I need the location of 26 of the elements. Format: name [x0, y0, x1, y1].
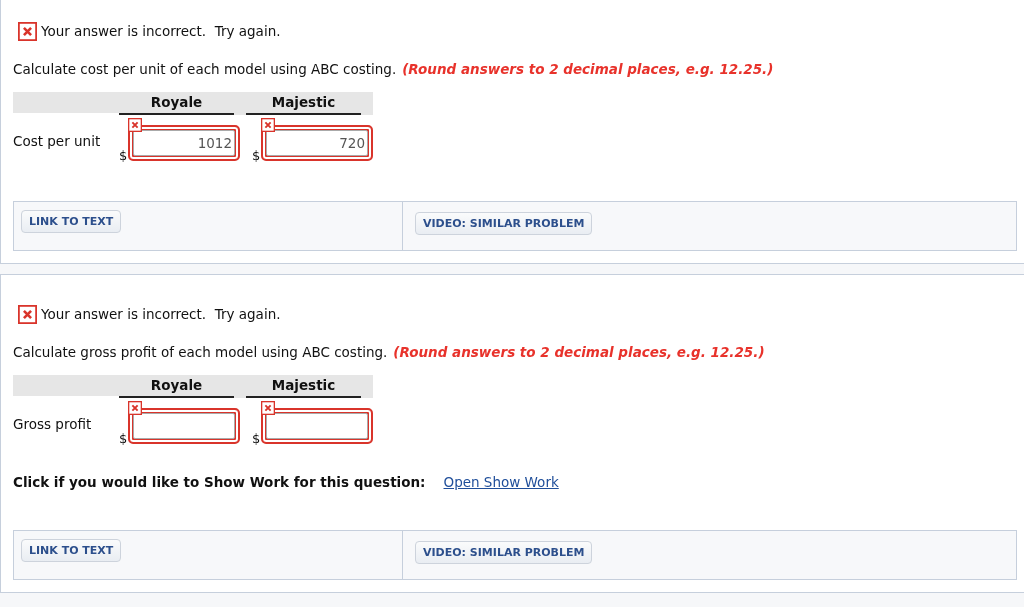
answer-field[interactable]: 720 — [261, 125, 373, 161]
resource-button[interactable]: LINK TO TEXT — [21, 539, 122, 562]
resource-button[interactable]: LINK TO TEXT — [21, 210, 122, 233]
feedback-message: Your answer is incorrect. Try again. — [41, 306, 281, 322]
answer-field[interactable]: 1012 — [128, 125, 240, 161]
rounding-hint: (Round answers to 2 decimal places, e.g. 12.25.) — [393, 344, 765, 360]
column-header: Majestic — [246, 375, 361, 398]
row-label: Cost per unit — [13, 131, 102, 149]
question-text: Calculate gross profit of each model using ABC costing. — [13, 344, 388, 360]
row-label: Gross profit — [13, 414, 93, 432]
show-work-prompt: Click if you would like to Show Work for this question: — [13, 474, 426, 490]
resource-button[interactable]: VIDEO: SIMILAR PROBLEM — [415, 541, 593, 564]
column-header: Royale — [119, 375, 234, 398]
question-text: Calculate cost per unit of each model using ABC costing. — [13, 61, 397, 77]
currency-symbol: $ — [119, 432, 128, 446]
answer-field[interactable] — [261, 408, 373, 444]
column-header: Majestic — [246, 92, 361, 115]
currency-symbol: $ — [119, 149, 128, 163]
column-header: Royale — [119, 92, 234, 115]
currency-symbol: $ — [252, 432, 261, 446]
answer-field[interactable] — [128, 408, 240, 444]
rounding-hint: (Round answers to 2 decimal places, e.g. 12.25.) — [402, 61, 774, 77]
feedback-message: Your answer is incorrect. Try again. — [41, 23, 281, 39]
currency-symbol: $ — [252, 149, 261, 163]
resource-button[interactable]: VIDEO: SIMILAR PROBLEM — [415, 212, 593, 235]
show-work-link[interactable]: Open Show Work — [443, 474, 559, 490]
